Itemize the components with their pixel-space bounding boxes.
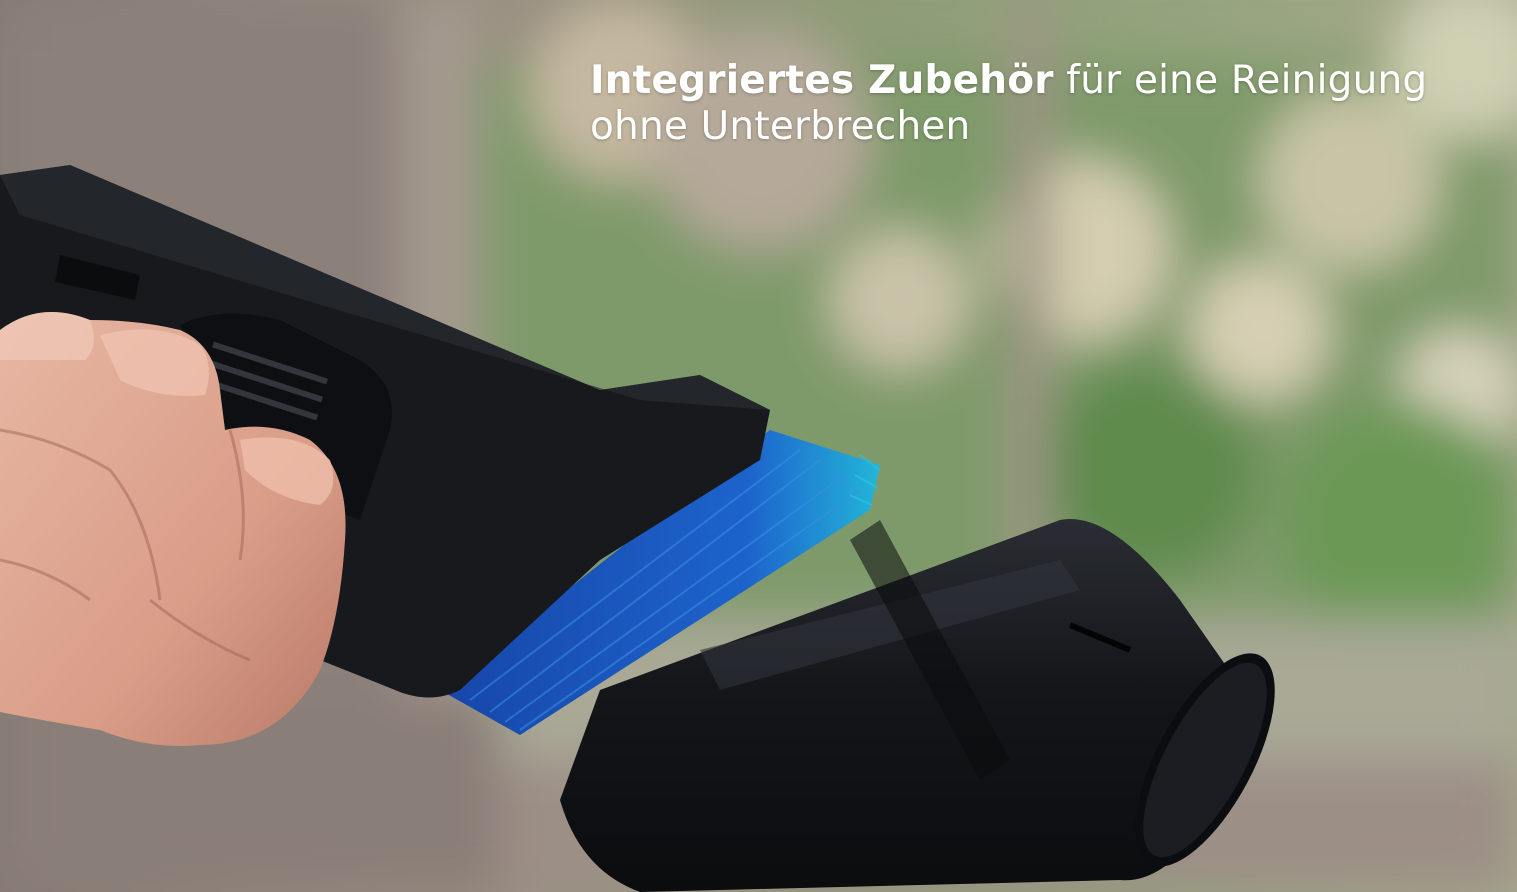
- headline-line-2: ohne Unterbrechen: [590, 104, 971, 149]
- headline-rest: für eine Reinigung: [1053, 58, 1428, 103]
- headline: Integriertes Zubehör für eine Reinigung …: [590, 58, 1490, 150]
- product-photo: Integriertes Zubehör für eine Reinigung …: [0, 0, 1517, 892]
- headline-line-1: Integriertes Zubehör für eine Reinigung: [590, 58, 1490, 104]
- headline-bold: Integriertes Zubehör: [590, 58, 1054, 103]
